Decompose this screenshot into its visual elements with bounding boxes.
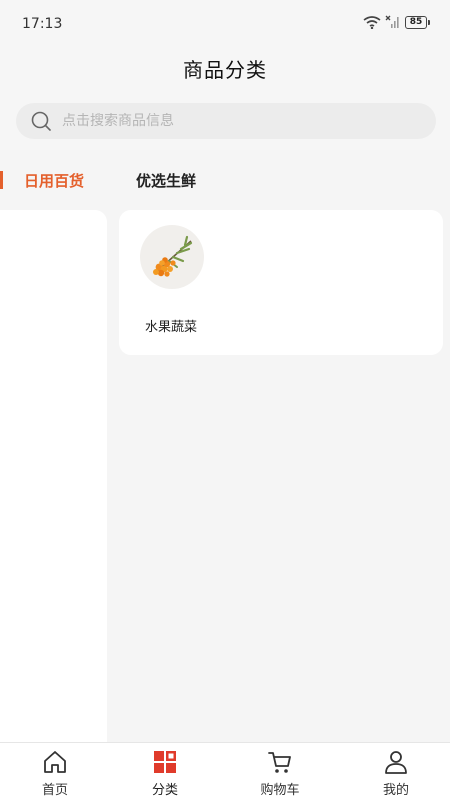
cart-icon: [268, 752, 291, 773]
status-bar: 17:13 85: [0, 0, 450, 46]
left-category-panel: [0, 210, 107, 745]
nav-cart[interactable]: 购物车: [245, 749, 315, 798]
tab-daily-goods[interactable]: 日用百货: [24, 170, 84, 191]
profile-icon: [385, 751, 407, 774]
search-icon: [31, 111, 51, 131]
page-title: 商品分类: [183, 57, 267, 82]
battery-level: 85: [405, 15, 427, 29]
category-icon: [154, 751, 176, 773]
header: 商品分类: [0, 46, 450, 90]
nav-profile-label: 我的: [382, 783, 409, 798]
search-input[interactable]: [62, 113, 402, 129]
tab-active-indicator: [0, 171, 3, 189]
search-box[interactable]: [16, 103, 436, 139]
tab-fresh-food[interactable]: 优选生鲜: [136, 170, 196, 191]
nav-home-label: 首页: [41, 783, 68, 798]
bottom-nav: 首页 分类 购物车 我的: [0, 742, 450, 800]
status-time: 17:13: [22, 16, 63, 32]
nav-cart-label: 购物车: [260, 783, 300, 798]
nav-category[interactable]: 分类: [130, 749, 200, 798]
wifi-icon: [363, 16, 381, 29]
sea-buckthorn-icon: [140, 225, 204, 289]
search-bar: [0, 90, 450, 150]
signal-off-icon: [385, 15, 399, 28]
battery-icon: 85: [405, 15, 430, 29]
subcategory-card: 水果蔬菜: [119, 210, 443, 355]
status-icons: 85: [363, 15, 430, 29]
subcategory-fruit-veg[interactable]: [137, 225, 207, 289]
nav-category-label: 分类: [151, 783, 178, 798]
nav-home[interactable]: 首页: [20, 749, 90, 798]
home-icon: [44, 751, 66, 773]
nav-profile[interactable]: 我的: [361, 749, 431, 798]
subcategory-label: 水果蔬菜: [145, 320, 198, 335]
